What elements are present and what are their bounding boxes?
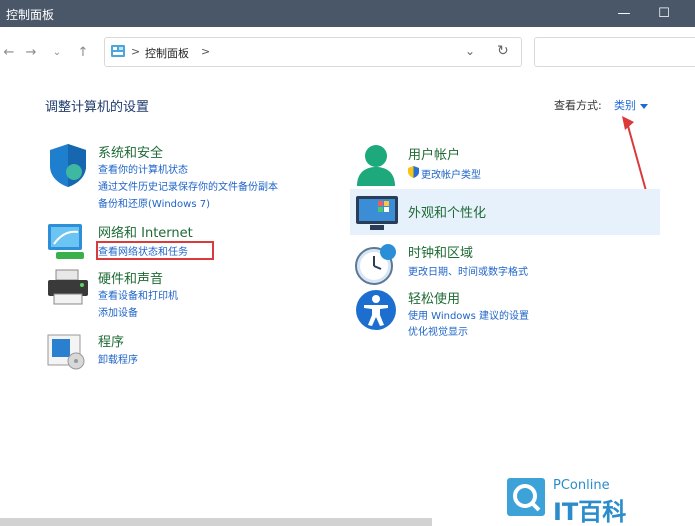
- chevron-down-icon[interactable]: ⌄: [48, 44, 66, 62]
- category-link[interactable]: 查看设备和打印机: [98, 287, 178, 302]
- monitor-icon: [356, 196, 398, 230]
- control-panel-icon: [111, 45, 125, 57]
- breadcrumb-separator: >: [131, 45, 141, 58]
- caret-down-icon: [640, 103, 648, 109]
- pconline-logo: [507, 478, 545, 516]
- annotation-box: [96, 241, 214, 260]
- uac-shield-icon: [408, 166, 419, 178]
- category-title[interactable]: 时钟和区域: [408, 242, 473, 261]
- arrow-left-icon[interactable]: ←: [0, 44, 18, 62]
- minimize-icon[interactable]: —: [604, 0, 644, 27]
- programs-icon: [47, 334, 85, 370]
- category-title[interactable]: 硬件和声音: [98, 268, 163, 287]
- arrow-right-icon[interactable]: →: [22, 44, 40, 62]
- category-link[interactable]: 更改日期、时间或数字格式: [408, 263, 528, 278]
- shield-icon: [50, 144, 86, 187]
- title-bar: 控制面板 — ☐: [0, 0, 695, 27]
- category-link[interactable]: 卸载程序: [98, 351, 138, 366]
- accessibility-icon: [356, 290, 396, 330]
- address-bar[interactable]: > 控制面板 > ⌄ ↻: [104, 37, 522, 67]
- category-title[interactable]: 程序: [98, 331, 124, 350]
- watermark: PConline IT百科: [507, 478, 687, 526]
- view-by-label: 查看方式:: [554, 99, 602, 112]
- category-title[interactable]: 外观和个性化: [408, 202, 486, 221]
- watermark-brand-small: PConline: [553, 478, 610, 493]
- horizontal-scrollbar[interactable]: [0, 518, 432, 526]
- category-title[interactable]: 用户帐户: [408, 144, 460, 163]
- category-link[interactable]: 备份和还原(Windows 7): [98, 195, 210, 210]
- breadcrumb-separator: >: [201, 45, 211, 58]
- clock-icon: [355, 244, 396, 285]
- search-input[interactable]: [534, 37, 695, 67]
- view-by-dropdown[interactable]: 类别: [614, 97, 648, 113]
- chevron-down-icon[interactable]: ⌄: [465, 44, 475, 58]
- view-by-value: 类别: [614, 99, 636, 112]
- window-title: 控制面板: [6, 8, 55, 22]
- address-row: ← → ⌄ ↑ > 控制面板 > ⌄ ↻: [0, 27, 695, 77]
- category-link[interactable]: 优化视觉显示: [408, 323, 468, 338]
- category-title[interactable]: 网络和 Internet: [98, 222, 193, 241]
- network-icon: [48, 224, 84, 259]
- watermark-brand-big: IT百科: [553, 498, 627, 526]
- category-title[interactable]: 系统和安全: [98, 142, 163, 161]
- refresh-icon[interactable]: ↻: [497, 43, 509, 59]
- maximize-icon[interactable]: ☐: [644, 0, 684, 27]
- user-icon: [357, 145, 395, 186]
- category-title[interactable]: 轻松使用: [408, 288, 460, 307]
- category-link[interactable]: 查看你的计算机状态: [98, 161, 188, 176]
- category-link[interactable]: 添加设备: [98, 304, 138, 319]
- breadcrumb[interactable]: 控制面板: [145, 45, 189, 61]
- category-link[interactable]: 使用 Windows 建议的设置: [408, 307, 529, 322]
- arrow-up-icon[interactable]: ↑: [74, 44, 92, 62]
- printer-icon: [48, 269, 88, 305]
- page-title: 调整计算机的设置: [45, 100, 150, 115]
- category-link[interactable]: 更改帐户类型: [421, 166, 481, 181]
- category-link[interactable]: 通过文件历史记录保存你的文件备份副本: [98, 178, 278, 193]
